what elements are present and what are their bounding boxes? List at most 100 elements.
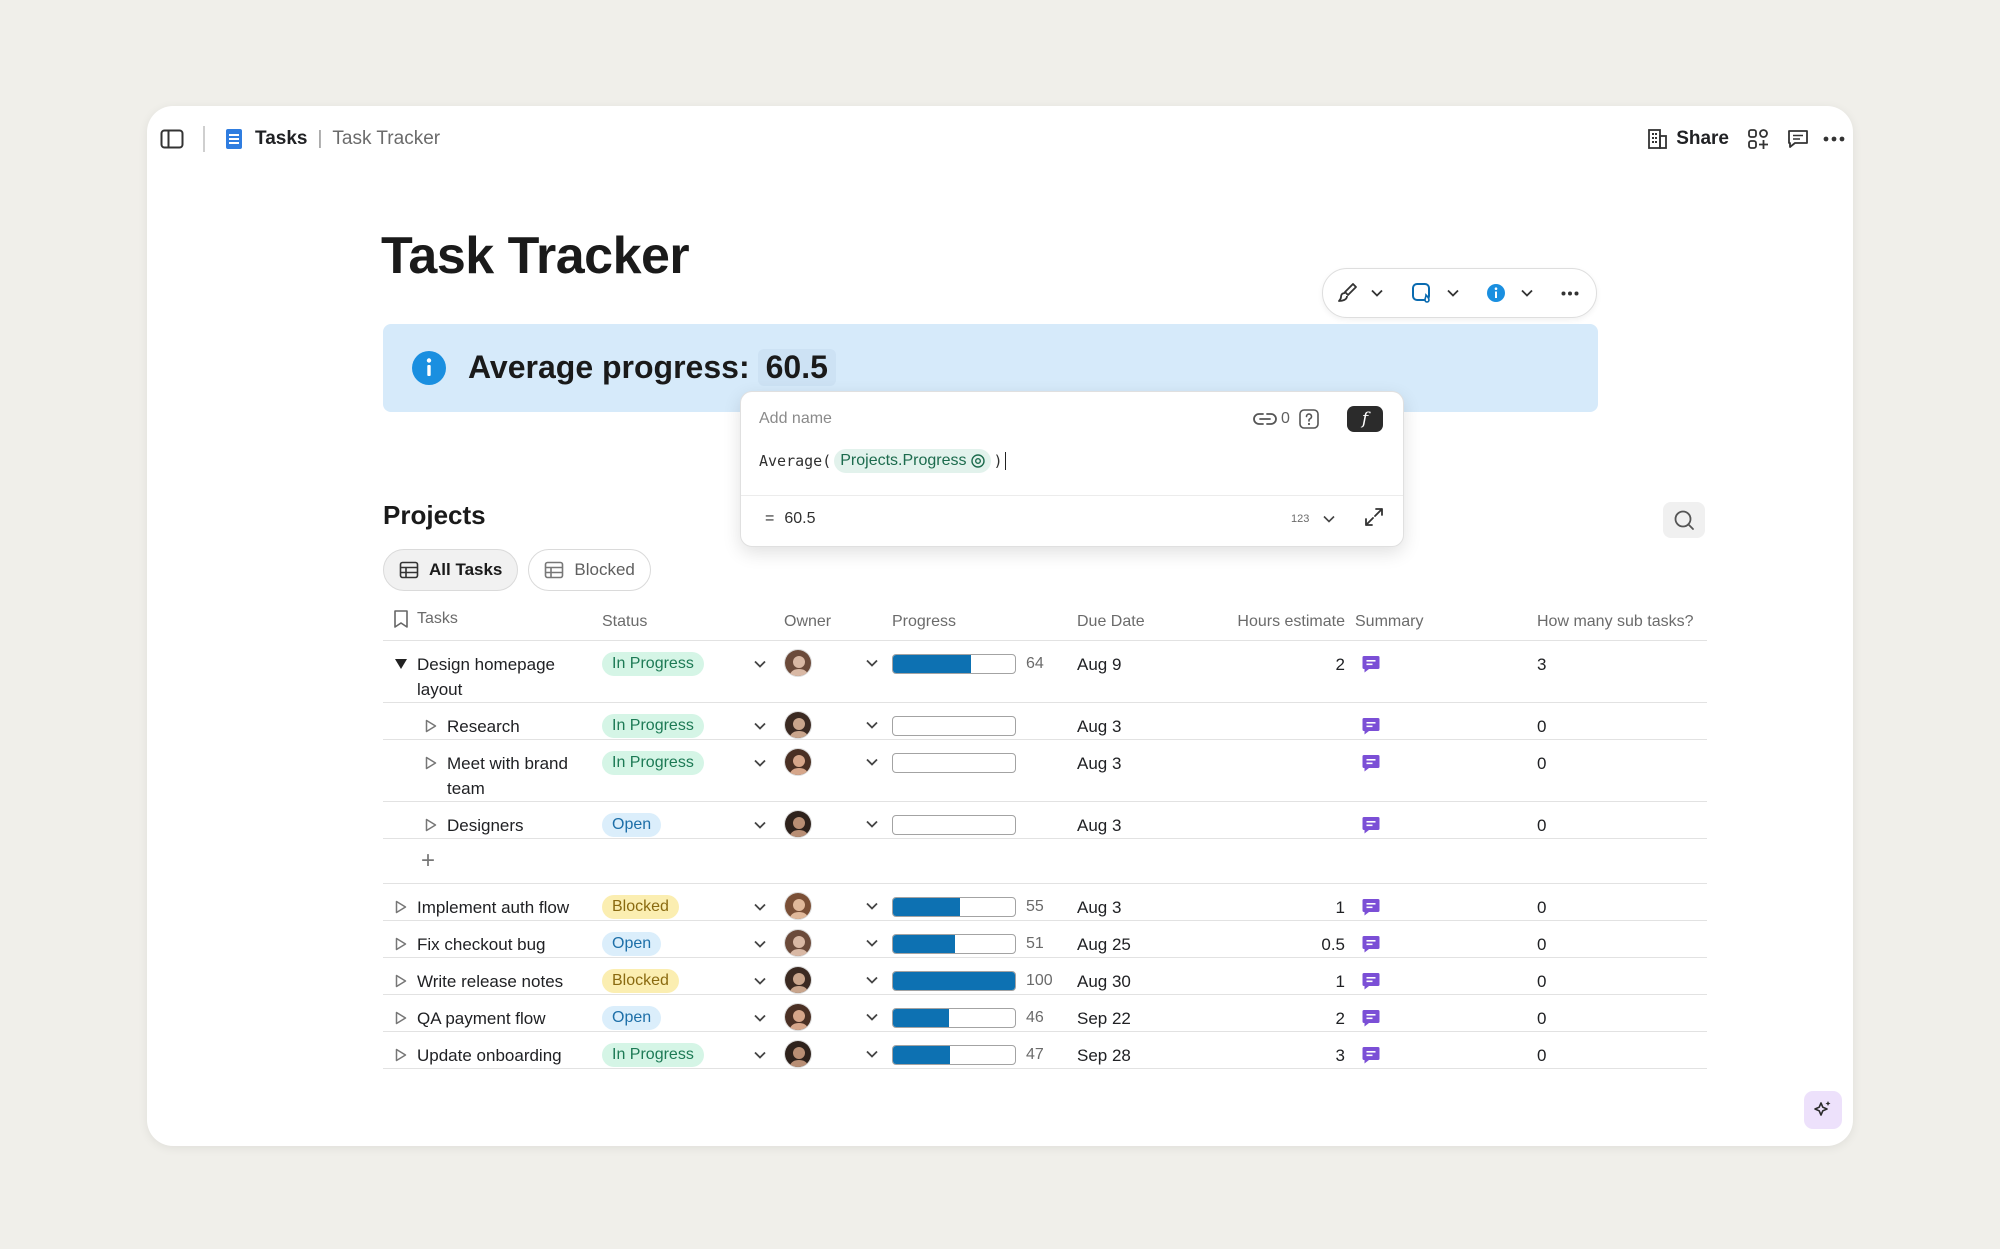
- column-header-status[interactable]: Status: [602, 604, 784, 641]
- subtasks-cell[interactable]: 0: [1537, 920, 1707, 958]
- sidebar-toggle-icon[interactable]: [159, 126, 185, 152]
- chevron-down-icon[interactable]: [1519, 269, 1535, 317]
- column-header-tasks[interactable]: Tasks: [383, 604, 602, 641]
- owner-cell[interactable]: [784, 920, 892, 958]
- due-date-cell[interactable]: Sep 28: [1075, 1031, 1221, 1069]
- hours-cell[interactable]: [1221, 702, 1355, 740]
- table-row[interactable]: Design homepage layout In Progress 64 Aug 9…: [383, 640, 1707, 703]
- subtasks-cell[interactable]: 0: [1537, 801, 1707, 839]
- more-options-icon[interactable]: [1821, 126, 1847, 152]
- summary-cell[interactable]: [1355, 994, 1537, 1032]
- table-row[interactable]: Update onboarding In Progress 47 Sep 28 3 0: [383, 1031, 1707, 1069]
- more-options-icon[interactable]: [1555, 269, 1585, 317]
- chevron-down-icon[interactable]: [865, 973, 879, 987]
- owner-cell[interactable]: [784, 1031, 892, 1069]
- hours-cell[interactable]: 2: [1221, 994, 1355, 1032]
- owner-cell[interactable]: [784, 702, 892, 740]
- progress-cell[interactable]: [892, 702, 1075, 740]
- summary-cell[interactable]: [1355, 1031, 1537, 1069]
- task-cell[interactable]: Design homepage layout: [383, 640, 602, 703]
- subtask-row[interactable]: Designers Open Aug 3 0: [383, 801, 1707, 839]
- expand-arrow-icon[interactable]: [393, 895, 409, 920]
- table-row[interactable]: Implement auth flow Blocked 55 Aug 3 1 0: [383, 883, 1707, 921]
- column-header-owner[interactable]: Owner: [784, 604, 892, 641]
- subtasks-cell[interactable]: 3: [1537, 640, 1707, 703]
- ai-assistant-button[interactable]: [1804, 1091, 1842, 1129]
- chevron-down-icon[interactable]: [753, 719, 767, 733]
- task-cell[interactable]: Meet with brand team: [383, 739, 602, 802]
- subtask-row[interactable]: Meet with brand team In Progress Aug 3 0: [383, 739, 1707, 802]
- chevron-down-icon[interactable]: [753, 900, 767, 914]
- subtasks-cell[interactable]: 0: [1537, 739, 1707, 802]
- chevron-down-icon[interactable]: [865, 755, 879, 769]
- owner-cell[interactable]: [784, 883, 892, 921]
- formula-name-input[interactable]: Add name: [759, 410, 832, 428]
- summary-icon[interactable]: [1361, 1008, 1381, 1028]
- subtasks-cell[interactable]: 0: [1537, 994, 1707, 1032]
- summary-cell[interactable]: [1355, 957, 1537, 995]
- summary-cell[interactable]: [1355, 640, 1537, 703]
- chevron-down-icon[interactable]: [753, 974, 767, 988]
- task-cell[interactable]: Fix checkout bug: [383, 920, 602, 958]
- progress-cell[interactable]: [892, 801, 1075, 839]
- add-subtask-row[interactable]: +: [383, 838, 1707, 884]
- expand-arrow-icon[interactable]: [423, 714, 439, 739]
- summary-icon[interactable]: [1361, 753, 1381, 773]
- owner-cell[interactable]: [784, 801, 892, 839]
- subtasks-cell[interactable]: 0: [1537, 702, 1707, 740]
- hours-cell[interactable]: 1: [1221, 883, 1355, 921]
- status-cell[interactable]: In Progress: [602, 1031, 784, 1069]
- formula-expression[interactable]: Average( Projects.Progress ): [759, 448, 1006, 474]
- hours-cell[interactable]: [1221, 739, 1355, 802]
- chevron-down-icon[interactable]: [753, 1011, 767, 1025]
- owner-cell[interactable]: [784, 640, 892, 703]
- subtasks-cell[interactable]: 0: [1537, 883, 1707, 921]
- summary-icon[interactable]: [1361, 716, 1381, 736]
- add-widget-icon[interactable]: [1745, 126, 1771, 152]
- summary-cell[interactable]: [1355, 801, 1537, 839]
- due-date-cell[interactable]: Aug 9: [1075, 640, 1221, 703]
- expand-arrow-icon[interactable]: [393, 1043, 409, 1068]
- summary-icon[interactable]: [1361, 1045, 1381, 1065]
- chevron-down-icon[interactable]: [865, 817, 879, 831]
- help-icon[interactable]: [1298, 408, 1320, 430]
- progress-cell[interactable]: [892, 739, 1075, 802]
- chevron-down-icon[interactable]: [865, 1010, 879, 1024]
- task-cell[interactable]: Implement auth flow: [383, 883, 602, 921]
- table-search-button[interactable]: [1663, 502, 1705, 538]
- summary-cell[interactable]: [1355, 883, 1537, 921]
- progress-cell[interactable]: 51: [892, 920, 1075, 958]
- status-cell[interactable]: In Progress: [602, 702, 784, 740]
- tab-all-tasks[interactable]: All Tasks: [383, 549, 519, 591]
- table-row[interactable]: Write release notes Blocked 100 Aug 30 1 0: [383, 957, 1707, 995]
- column-header-due-date[interactable]: Due Date: [1075, 604, 1221, 641]
- status-cell[interactable]: Open: [602, 920, 784, 958]
- chevron-down-icon[interactable]: [865, 899, 879, 913]
- formula-reference-chip[interactable]: Projects.Progress: [834, 449, 991, 473]
- breadcrumb-page[interactable]: Task Tracker: [332, 128, 440, 150]
- chevron-down-icon[interactable]: [753, 657, 767, 671]
- paintbrush-icon[interactable]: [1333, 269, 1363, 317]
- status-cell[interactable]: In Progress: [602, 640, 784, 703]
- add-subtask-button[interactable]: +: [383, 839, 1707, 883]
- expand-arrow-icon[interactable]: [393, 1006, 409, 1031]
- summary-icon[interactable]: [1361, 934, 1381, 954]
- chevron-down-icon[interactable]: [1445, 269, 1461, 317]
- subtasks-cell[interactable]: 0: [1537, 1031, 1707, 1069]
- chevron-down-icon[interactable]: [753, 818, 767, 832]
- status-cell[interactable]: Open: [602, 801, 784, 839]
- chevron-down-icon[interactable]: [865, 718, 879, 732]
- progress-cell[interactable]: 46: [892, 994, 1075, 1032]
- summary-icon[interactable]: [1361, 654, 1381, 674]
- hours-cell[interactable]: 0.5: [1221, 920, 1355, 958]
- column-header-progress[interactable]: Progress: [892, 604, 1075, 641]
- task-cell[interactable]: Write release notes: [383, 957, 602, 995]
- collapse-arrow-icon[interactable]: [393, 652, 409, 677]
- expand-arrow-icon[interactable]: [393, 932, 409, 957]
- callout-formula-value[interactable]: 60.5: [757, 349, 836, 386]
- due-date-cell[interactable]: Aug 3: [1075, 702, 1221, 740]
- progress-cell[interactable]: 100: [892, 957, 1075, 995]
- tab-blocked[interactable]: Blocked: [528, 549, 651, 591]
- task-cell[interactable]: Research: [383, 702, 602, 740]
- chevron-down-icon[interactable]: [753, 937, 767, 951]
